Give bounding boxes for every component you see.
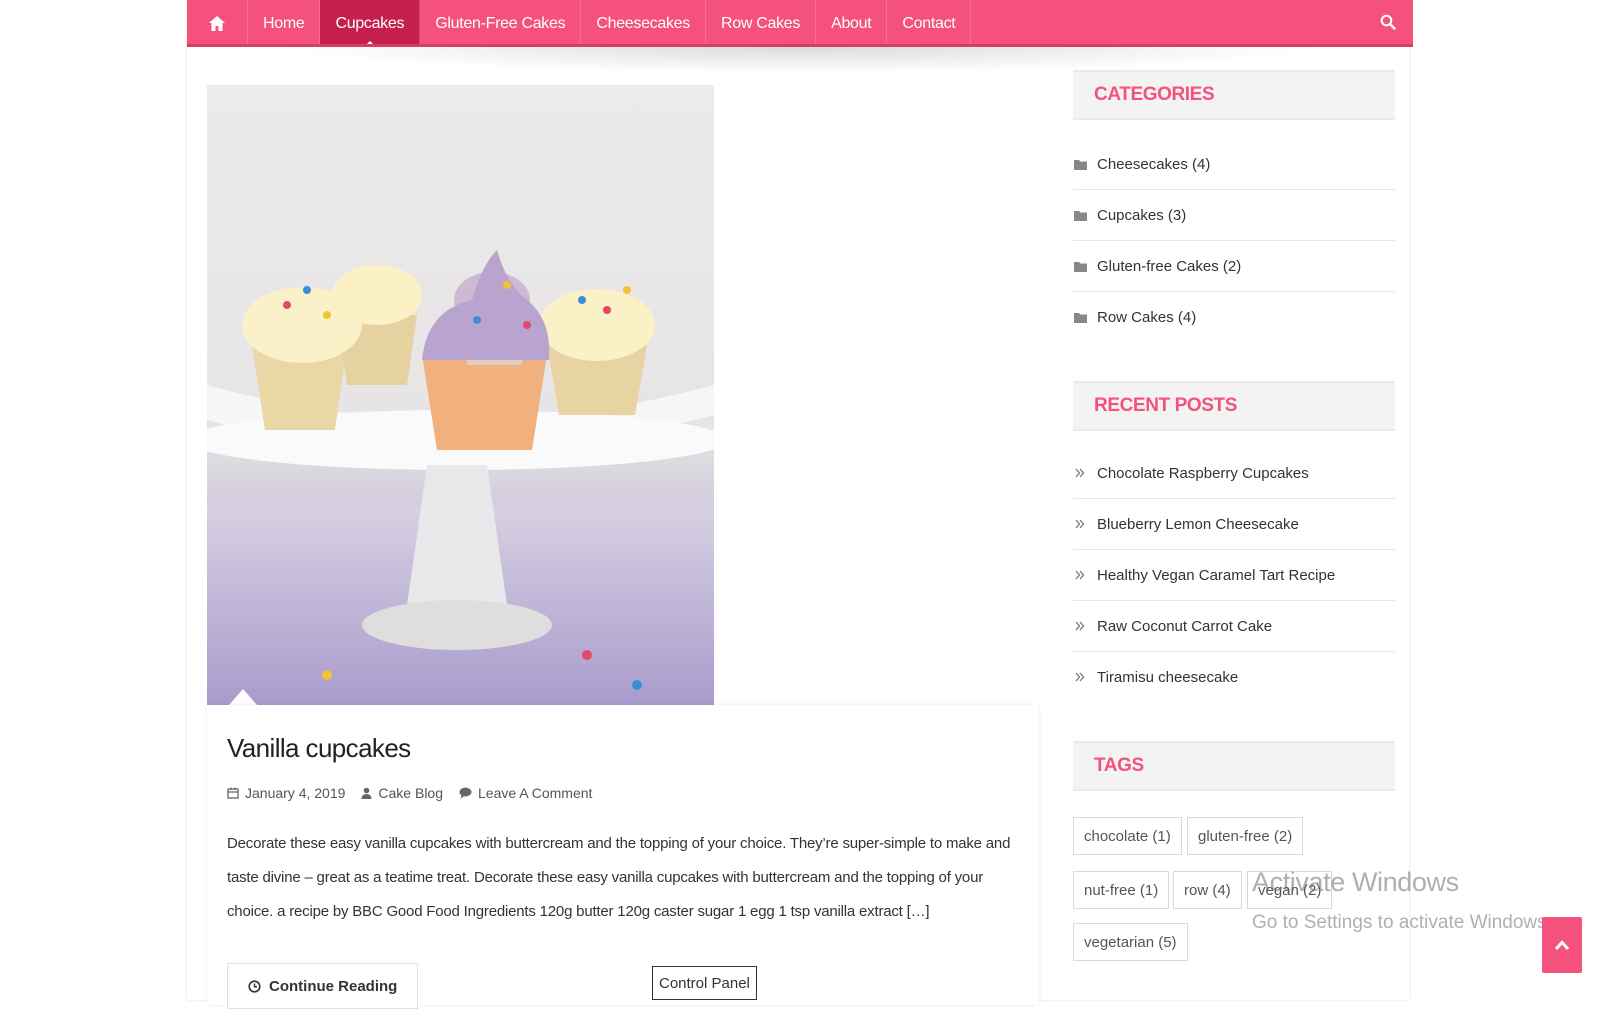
widget-title-text: CATEGORIES	[1094, 84, 1215, 105]
nav-item-label: Home	[263, 14, 305, 32]
nav-item-label: Cheesecakes	[596, 14, 690, 32]
recent-posts-list: Chocolate Raspberry Cupcakes Blueberry L…	[1073, 448, 1395, 702]
categories-list: Cheesecakes (4) Cupcakes (3) Gluten-free…	[1073, 139, 1395, 342]
category-label: Row Cakes (4)	[1097, 308, 1197, 326]
recent-post-label: Tiramisu cheesecake	[1097, 668, 1239, 686]
image-pointer-arrow	[229, 689, 257, 705]
post-excerpt: Decorate these easy vanilla cupcakes wit…	[227, 835, 1011, 920]
nav-item-home[interactable]: Home	[248, 0, 321, 47]
tag-item[interactable]: chocolate (1)	[1073, 817, 1182, 855]
folder-icon	[1073, 210, 1087, 221]
tag-item[interactable]: row (4)	[1173, 871, 1242, 909]
recent-post-label: Blueberry Lemon Cheesecake	[1097, 515, 1299, 533]
search-icon	[1380, 14, 1396, 30]
folder-icon	[1073, 261, 1087, 272]
cupcakes-illustration	[207, 250, 714, 690]
tags-widget-title: TAGS	[1073, 741, 1395, 791]
back-to-top-button[interactable]	[1542, 917, 1582, 973]
recent-post-item[interactable]: Blueberry Lemon Cheesecake	[1073, 499, 1395, 550]
category-label: Cheesecakes (4)	[1097, 155, 1211, 173]
recent-post-item[interactable]: Chocolate Raspberry Cupcakes	[1073, 448, 1395, 499]
nav-home-button[interactable]	[187, 0, 248, 47]
clock-icon	[248, 979, 261, 993]
recent-post-label: Healthy Vegan Caramel Tart Recipe	[1097, 566, 1336, 584]
nav-item-about[interactable]: About	[816, 0, 888, 47]
post-featured-image[interactable]	[207, 85, 714, 705]
nav-item-label: Contact	[902, 14, 956, 32]
post-date[interactable]: January 4, 2019	[227, 785, 345, 801]
nav-item-label: Row Cakes	[720, 14, 801, 32]
double-chevron-right-icon	[1075, 468, 1085, 478]
comment-icon	[459, 787, 472, 799]
nav-item-contact[interactable]: Contact	[887, 0, 972, 47]
tag-item[interactable]: vegan (2)	[1247, 871, 1333, 909]
nav-item-label: Cupcakes	[335, 14, 405, 32]
nav-item-cupcakes[interactable]: Cupcakes	[320, 0, 421, 47]
tag-label: nut-free (1)	[1084, 881, 1159, 899]
home-icon	[209, 16, 225, 31]
chevron-up-icon	[1554, 940, 1570, 951]
double-chevron-right-icon	[1075, 519, 1085, 529]
category-item[interactable]: Cheesecakes (4)	[1073, 139, 1395, 190]
post-comments-link[interactable]: Leave A Comment	[459, 785, 592, 801]
double-chevron-right-icon	[1075, 570, 1085, 580]
nav-item-row-cakes[interactable]: Row Cakes	[706, 0, 817, 47]
main-navigation: Home Cupcakes Gluten-Free Cakes Cheeseca…	[187, 0, 1413, 47]
user-icon	[361, 787, 372, 799]
folder-icon	[1073, 312, 1087, 323]
widget-title-text: RECENT POSTS	[1094, 395, 1237, 416]
nav-bottom-border	[187, 44, 1413, 47]
post-card: Vanilla cupcakes January 4, 2019 Cake Bl…	[207, 705, 1039, 1009]
tag-label: vegan (2)	[1258, 881, 1322, 899]
post-title[interactable]: Vanilla cupcakes	[227, 733, 411, 764]
post-comments-text: Leave A Comment	[478, 785, 593, 801]
post-date-text: January 4, 2019	[245, 785, 346, 801]
recent-posts-widget-title: RECENT POSTS	[1073, 381, 1395, 431]
category-label: Cupcakes (3)	[1097, 206, 1187, 224]
nav-item-gluten-free-cakes[interactable]: Gluten-Free Cakes	[420, 0, 582, 47]
nav-search-button[interactable]	[1373, 0, 1403, 44]
widget-title-text: TAGS	[1094, 755, 1144, 776]
category-item[interactable]: Cupcakes (3)	[1073, 190, 1395, 241]
post-author[interactable]: Cake Blog	[361, 785, 443, 801]
tag-item[interactable]: vegetarian (5)	[1073, 923, 1188, 961]
tag-label: row (4)	[1184, 881, 1231, 899]
double-chevron-right-icon	[1075, 621, 1085, 631]
tag-item[interactable]: nut-free (1)	[1073, 871, 1170, 909]
tag-label: chocolate (1)	[1084, 827, 1171, 845]
nav-item-label: About	[831, 14, 872, 32]
nav-item-cheesecakes[interactable]: Cheesecakes	[581, 0, 706, 47]
tag-label: vegetarian (5)	[1084, 933, 1177, 951]
recent-post-item[interactable]: Tiramisu cheesecake	[1073, 652, 1395, 702]
continue-reading-button[interactable]: Continue Reading	[227, 963, 419, 1009]
category-label: Gluten-free Cakes (2)	[1097, 257, 1242, 275]
double-chevron-right-icon	[1075, 672, 1085, 682]
recent-post-label: Chocolate Raspberry Cupcakes	[1097, 464, 1309, 482]
categories-widget-title: CATEGORIES	[1073, 70, 1395, 120]
nav-item-label: Gluten-Free Cakes	[435, 14, 566, 32]
folder-icon	[1073, 159, 1087, 170]
recent-post-label: Raw Coconut Carrot Cake	[1097, 617, 1273, 635]
post-meta: January 4, 2019 Cake Blog Leave A Commen…	[227, 785, 592, 801]
category-item[interactable]: Gluten-free Cakes (2)	[1073, 241, 1395, 292]
control-panel-tooltip[interactable]: Control Panel	[652, 966, 757, 1000]
calendar-icon	[227, 787, 239, 799]
tag-label: gluten-free (2)	[1198, 827, 1293, 845]
post-author-text: Cake Blog	[378, 785, 443, 801]
category-item[interactable]: Row Cakes (4)	[1073, 292, 1395, 342]
recent-post-item[interactable]: Raw Coconut Carrot Cake	[1073, 601, 1395, 652]
tag-item[interactable]: gluten-free (2)	[1187, 817, 1304, 855]
continue-reading-label: Continue Reading	[269, 977, 398, 995]
recent-post-item[interactable]: Healthy Vegan Caramel Tart Recipe	[1073, 550, 1395, 601]
